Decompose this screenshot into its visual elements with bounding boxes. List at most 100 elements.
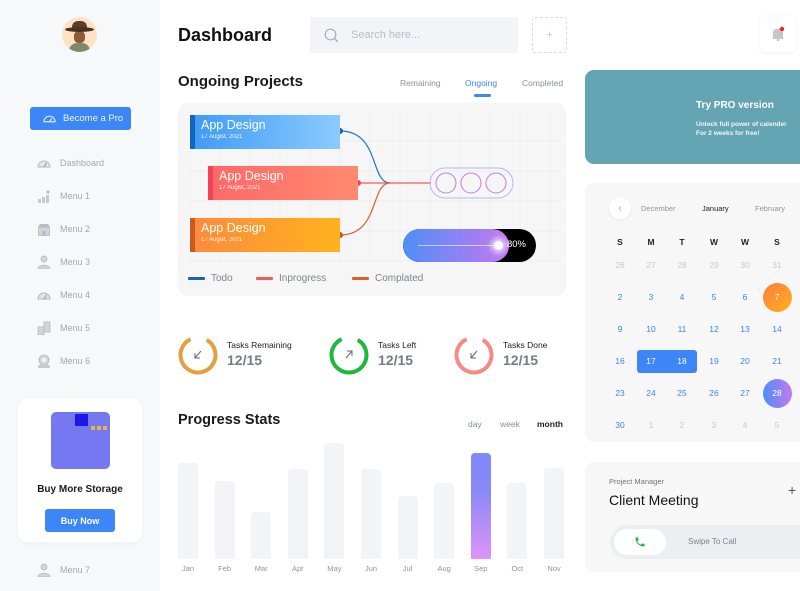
add-meeting-button[interactable]: +: [788, 482, 796, 498]
calendar-day[interactable]: 26: [606, 254, 634, 276]
calendar-day[interactable]: 30: [731, 254, 759, 276]
sidebar-item-dashboard[interactable]: Dashboard: [37, 154, 147, 172]
tab-completed[interactable]: Completed: [522, 78, 563, 88]
notifications-button[interactable]: [760, 16, 796, 52]
sidebar-item-label: Menu 7: [60, 565, 91, 575]
month-current[interactable]: January: [702, 204, 729, 213]
project-bar-completed[interactable]: App Design 17 Augist, 2021: [190, 218, 340, 252]
calendar-day[interactable]: 27: [731, 382, 759, 404]
bar-jan[interactable]: [178, 463, 198, 559]
sidebar-item-menu-4[interactable]: Menu 4: [37, 286, 147, 304]
previous-month-button[interactable]: ‹: [609, 197, 631, 219]
sidebar-item-label: Menu 2: [60, 224, 91, 234]
calendar-day[interactable]: 4: [731, 414, 759, 436]
arrow-down-left-icon: [194, 350, 202, 359]
sidebar-item-menu-3[interactable]: Menu 3: [37, 253, 147, 271]
calendar-day[interactable]: 14: [763, 318, 791, 340]
calendar-day[interactable]: 6: [731, 286, 759, 308]
calendar-day[interactable]: 13: [731, 318, 759, 340]
calendar-day[interactable]: 30: [606, 414, 634, 436]
storage-title: Buy More Storage: [37, 484, 123, 495]
calendar-day[interactable]: 2: [668, 414, 696, 436]
calendar-day[interactable]: 12: [700, 318, 728, 340]
completion-progress-bar: 80%: [403, 229, 536, 262]
x-tick-label: Apr: [291, 564, 304, 573]
legend-label: Inprogress: [279, 273, 327, 284]
calendar-day[interactable]: 27: [637, 254, 665, 276]
calendar-day[interactable]: 9: [606, 318, 634, 340]
meeting-title: Client Meeting: [609, 492, 699, 508]
calendar-day[interactable]: 18: [668, 350, 696, 372]
sidebar-item-menu-2[interactable]: Menu 2: [37, 220, 147, 238]
month-prev[interactable]: December: [641, 204, 676, 213]
bar-oct[interactable]: [507, 483, 528, 559]
speedometer-icon: [43, 115, 56, 123]
project-bar-inprogress[interactable]: App Design 17 Augist, 2021: [208, 166, 358, 200]
buy-now-button[interactable]: Buy Now: [45, 509, 115, 532]
calendar-day[interactable]: 31: [763, 254, 791, 276]
ongoing-projects-card: App Design 17 Augist, 2021 App Design 17…: [178, 103, 566, 296]
calendar-day[interactable]: 11: [668, 318, 696, 340]
sidebar-item-label: Menu 3: [60, 257, 91, 267]
calendar-day[interactable]: 2: [606, 286, 634, 308]
add-button[interactable]: +: [532, 17, 567, 53]
bar-may[interactable]: [324, 443, 345, 559]
progress-knob[interactable]: [494, 241, 503, 250]
calendar-day[interactable]: 19: [700, 350, 728, 372]
calendar-day[interactable]: 24: [637, 382, 665, 404]
tab-day[interactable]: day: [468, 419, 482, 429]
weekday-label: T: [679, 237, 685, 247]
legend-label: Complated: [375, 273, 424, 284]
sidebar-item-menu-7[interactable]: Menu 7: [37, 561, 147, 579]
calendar-day[interactable]: 4: [668, 286, 696, 308]
calendar-day[interactable]: 10: [637, 318, 665, 340]
bar-apr[interactable]: [287, 469, 308, 559]
promo-line-2: For 2 weeks for free!: [696, 130, 760, 137]
tab-remaining[interactable]: Remaining: [400, 78, 441, 88]
legend-completed: Complated: [352, 273, 423, 284]
bar-mar[interactable]: [251, 512, 272, 559]
bar-sep[interactable]: [470, 453, 491, 559]
calendar-day[interactable]: 20: [731, 350, 759, 372]
calendar-day[interactable]: 21: [763, 350, 791, 372]
bell-icon: [772, 26, 785, 41]
bar-nov[interactable]: [544, 468, 564, 559]
tab-month[interactable]: month: [537, 419, 563, 429]
month-next[interactable]: February: [755, 204, 785, 213]
calendar-day[interactable]: 28: [668, 254, 696, 276]
search-input[interactable]: Search here...: [310, 17, 518, 53]
avatar[interactable]: [62, 17, 97, 52]
stat-label: Tasks Done: [503, 340, 548, 350]
try-pro-banner[interactable]: Try PRO version Unlock full power of cal…: [585, 70, 800, 164]
calendar-day[interactable]: 25: [668, 382, 696, 404]
bar-feb[interactable]: [214, 481, 235, 559]
sidebar-item-menu-1[interactable]: Menu 1: [37, 187, 147, 205]
sidebar-item-label: Menu 5: [60, 323, 91, 333]
calendar-day[interactable]: 5: [763, 414, 791, 436]
stat-label: Tasks Remaining: [227, 340, 292, 350]
calendar-day[interactable]: 28: [763, 382, 791, 404]
calendar-day[interactable]: 26: [700, 382, 728, 404]
call-handle[interactable]: [614, 529, 666, 555]
bar-jun[interactable]: [361, 469, 381, 559]
calendar-day[interactable]: 3: [700, 414, 728, 436]
calendar-day[interactable]: 17: [637, 350, 665, 372]
sidebar-item-menu-6[interactable]: Menu 6: [37, 352, 147, 370]
ongoing-projects-title: Ongoing Projects: [178, 73, 304, 90]
sidebar-item-menu-5[interactable]: Menu 5: [37, 319, 147, 337]
tab-week[interactable]: week: [500, 419, 520, 429]
project-bar-todo[interactable]: App Design 17 Augist, 2021: [190, 115, 340, 149]
calendar-day[interactable]: 23: [606, 382, 634, 404]
calendar-day[interactable]: 1: [637, 414, 665, 436]
calendar-day[interactable]: 3: [637, 286, 665, 308]
sidebar-item-label: Menu 1: [60, 191, 91, 201]
bar-jul[interactable]: [397, 496, 418, 559]
tab-ongoing[interactable]: Ongoing: [465, 78, 497, 88]
calendar-day[interactable]: 5: [700, 286, 728, 308]
calendar-day[interactable]: 29: [700, 254, 728, 276]
become-pro-button[interactable]: Become a Pro: [30, 107, 131, 130]
calendar-day[interactable]: 16: [606, 350, 634, 372]
bar-aug[interactable]: [434, 483, 455, 559]
calendar-day[interactable]: 7: [763, 286, 791, 308]
swipe-to-call-slider[interactable]: Swipe To Call: [610, 525, 800, 559]
